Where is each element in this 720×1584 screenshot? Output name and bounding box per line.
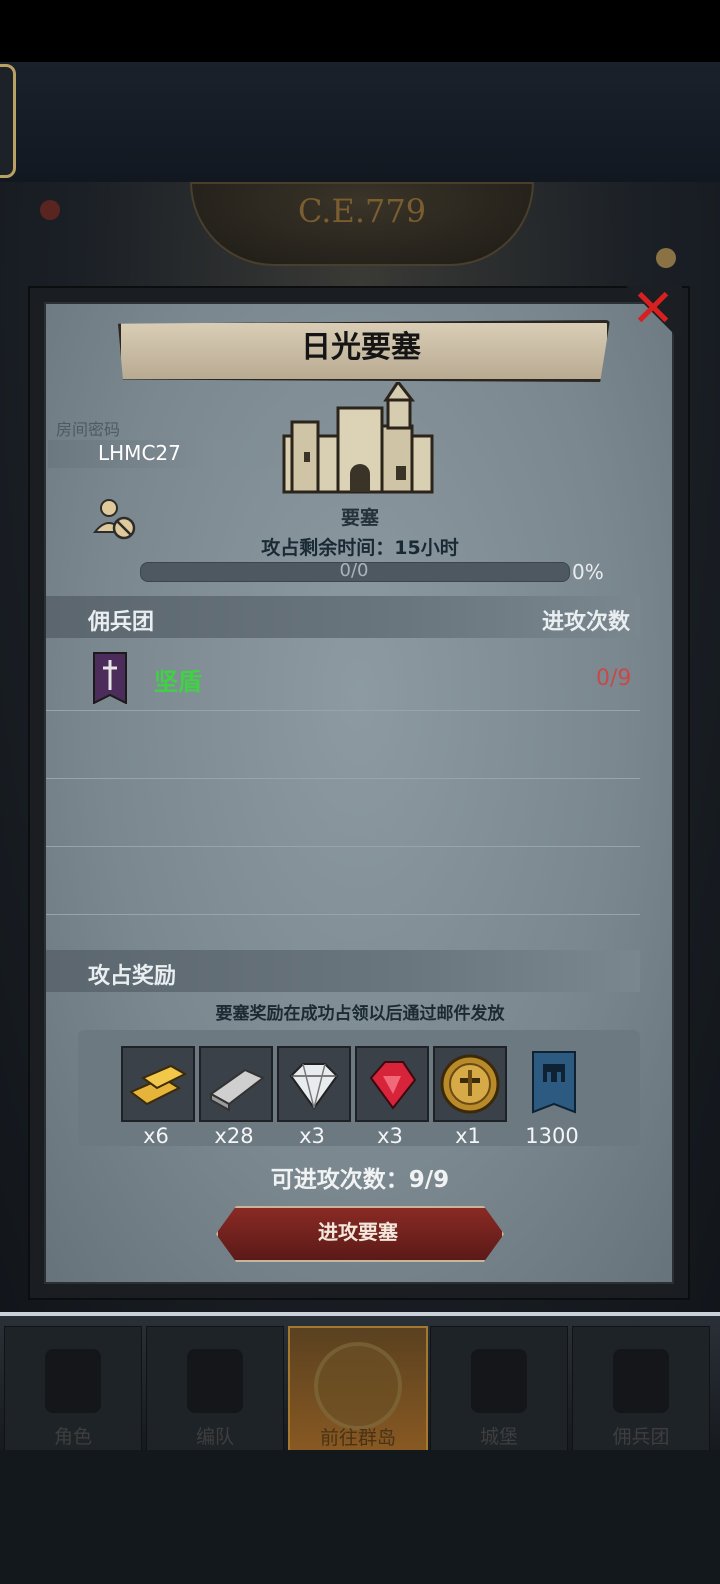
nav-label: 前往群岛 — [319, 1427, 396, 1449]
fortress-type-label: 要塞 — [340, 507, 379, 529]
ruby-icon — [369, 1061, 417, 1110]
row-divider — [46, 778, 640, 779]
reward-quantity: x28 — [214, 1124, 254, 1148]
nav-item-character[interactable]: 角色 — [4, 1326, 142, 1456]
fortress-icon — [282, 382, 434, 494]
reward-item[interactable] — [199, 1046, 273, 1122]
header-band — [0, 62, 720, 182]
close-icon[interactable]: ✕ — [628, 283, 678, 335]
bell-ornament-icon — [656, 248, 676, 268]
iron-ingot-icon — [209, 1068, 265, 1112]
attempts-remaining: 可进攻次数：9/9 — [270, 1167, 450, 1193]
nav-item-islands[interactable]: 前往群岛 — [288, 1326, 428, 1458]
reward-quantity: x1 — [455, 1124, 481, 1148]
reward-quantity: x6 — [143, 1124, 169, 1148]
nav-label: 编队 — [195, 1426, 234, 1448]
side-tab[interactable] — [0, 64, 16, 178]
nav-item-castle[interactable]: 城堡 — [430, 1326, 568, 1456]
reward-item[interactable] — [277, 1046, 351, 1122]
castle-icon — [471, 1349, 527, 1413]
helmet-medal-icon — [440, 1054, 500, 1114]
reward-note: 要塞奖励在成功占领以后通过邮件发放 — [215, 1004, 505, 1024]
shield-banner-icon — [93, 652, 127, 704]
row-divider — [46, 710, 640, 711]
reward-item[interactable] — [355, 1046, 429, 1122]
footer-band — [0, 1450, 720, 1584]
reward-quantity: x3 — [299, 1124, 325, 1148]
mercenary-name[interactable]: 坚盾 — [154, 662, 202, 697]
progress-percent: 0% — [572, 560, 604, 584]
guild-banner-icon — [532, 1051, 576, 1114]
reward-item[interactable] — [433, 1046, 507, 1122]
progress-count: 0/0 — [339, 560, 369, 581]
bottom-nav: 角色 编队 前往群岛 城堡 佣兵团 — [0, 1312, 720, 1458]
nav-label: 城堡 — [479, 1426, 518, 1448]
reward-quantity: x3 — [377, 1124, 403, 1148]
wreath-ornament-icon — [40, 200, 60, 220]
attacks-header: 进攻次数 — [542, 610, 631, 635]
row-divider — [46, 914, 640, 915]
room-password-label: 房间密码 — [56, 420, 121, 439]
attack-fortress-label[interactable]: 进攻要塞 — [216, 1206, 500, 1258]
reward-item[interactable] — [511, 1046, 585, 1122]
diamond-icon — [289, 1063, 339, 1110]
reward-item[interactable] — [121, 1046, 195, 1122]
era-label: C.E.779 — [297, 192, 427, 230]
gold-bar-icon — [129, 1064, 188, 1106]
room-code: LHMC27 — [98, 441, 181, 465]
dialog-title: 日光要塞 — [301, 330, 421, 365]
mercenary-section-title: 佣兵团 — [88, 610, 155, 635]
formation-icon — [187, 1349, 243, 1413]
mercenary-icon — [613, 1349, 669, 1413]
mercenary-attack-count: 0/9 — [596, 666, 632, 691]
nav-item-formation[interactable]: 编队 — [146, 1326, 284, 1456]
nav-label: 佣兵团 — [612, 1426, 670, 1448]
character-icon — [45, 1349, 101, 1413]
nav-item-mercenary[interactable]: 佣兵团 — [572, 1326, 710, 1456]
nav-label: 角色 — [53, 1426, 92, 1448]
reward-quantity: 1300 — [525, 1124, 579, 1148]
capture-timer: 攻占剩余时间：15小时 — [261, 537, 459, 559]
islands-icon — [314, 1342, 402, 1430]
row-divider — [46, 846, 640, 847]
status-bar — [0, 0, 720, 62]
era-plaque: C.E.779 — [190, 182, 534, 266]
reward-section-title: 攻占奖励 — [88, 964, 177, 989]
